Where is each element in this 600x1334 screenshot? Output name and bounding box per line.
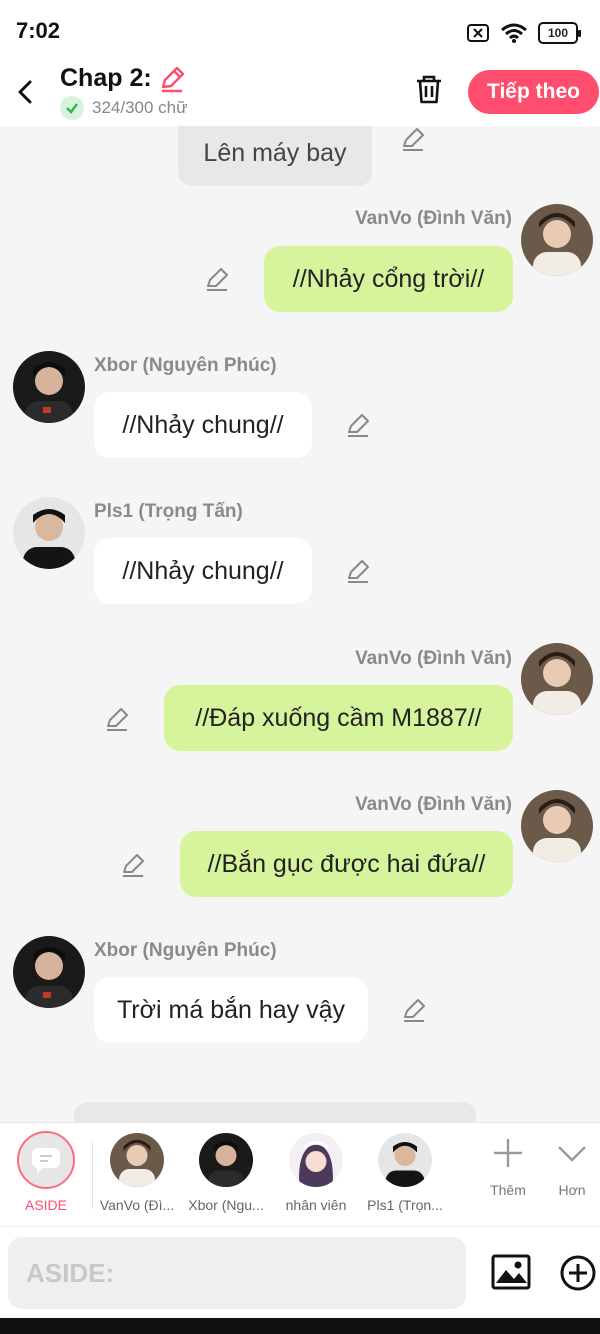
character-pls1[interactable]: Pls1 (Trọn... — [359, 1133, 451, 1213]
check-icon — [60, 96, 84, 120]
aside-icon — [17, 1131, 75, 1189]
avatar-xbor[interactable] — [13, 351, 85, 423]
message-bubble[interactable]: //Đáp xuống cầm M1887// — [164, 685, 513, 751]
more-button[interactable]: Hơn — [544, 1137, 600, 1198]
message-bubble[interactable]: //Nhảy chung// — [94, 538, 312, 604]
avatar — [199, 1133, 253, 1187]
message-bubble[interactable]: //Nhảy chung// — [94, 392, 312, 458]
message-bubble[interactable]: Trời má bắn hay vậy — [94, 977, 368, 1043]
message-bubble[interactable]: //Bắn gục được hai đứa// — [180, 831, 513, 897]
author-name: Pls1 (Trọng Tấn) — [94, 501, 243, 522]
avatar-xbor[interactable] — [13, 936, 85, 1008]
character-bar: ASIDE VanVo (Đì... Xbor (Ngu... nhân viê… — [0, 1122, 600, 1226]
status-bar: 7:02 100 — [0, 0, 600, 62]
edit-pencil-icon[interactable] — [345, 412, 371, 438]
avatar — [289, 1133, 343, 1187]
partial-bubble — [74, 1102, 476, 1122]
back-arrow-icon[interactable] — [12, 72, 42, 112]
edit-pencil-icon[interactable] — [400, 126, 426, 152]
character-xbor[interactable]: Xbor (Ngu... — [180, 1133, 272, 1213]
character-label: Xbor (Ngu... — [188, 1197, 264, 1213]
author-name: VanVo (Đình Văn) — [355, 648, 512, 669]
header-bar: Chap 2: 324/300 chữ Tiếp theo — [0, 62, 600, 126]
battery-icon: 100 — [538, 22, 581, 44]
character-label: ASIDE — [24, 1197, 67, 1213]
add-circle-icon[interactable] — [558, 1253, 598, 1293]
edit-pencil-icon[interactable] — [401, 997, 427, 1023]
status-icons: 100 — [466, 22, 581, 44]
chapter-title-text: Chap 2: — [60, 64, 152, 92]
word-count-text: 324/300 chữ — [92, 98, 188, 117]
avatar-pls1[interactable] — [13, 497, 85, 569]
edit-pencil-icon[interactable] — [204, 266, 230, 292]
avatar-vanvo[interactable] — [521, 643, 593, 715]
plus-icon — [494, 1139, 522, 1167]
wifi-icon — [501, 23, 527, 43]
image-icon[interactable] — [490, 1251, 532, 1293]
character-vanvo[interactable]: VanVo (Đì... — [91, 1133, 183, 1213]
character-label: Pls1 (Trọn... — [367, 1197, 443, 1213]
word-count: 324/300 chữ — [60, 96, 188, 120]
avatar-vanvo[interactable] — [521, 790, 593, 862]
avatar — [378, 1133, 432, 1187]
avatar — [110, 1133, 164, 1187]
system-nav-bar — [0, 1318, 600, 1334]
message-input[interactable] — [8, 1237, 466, 1309]
author-name: VanVo (Đình Văn) — [355, 208, 512, 229]
chevron-down-icon — [558, 1146, 586, 1162]
sim-off-icon — [467, 24, 489, 42]
character-aside[interactable]: ASIDE — [0, 1131, 92, 1213]
edit-pencil-icon[interactable] — [104, 706, 130, 732]
character-label: nhân viên — [285, 1197, 347, 1213]
input-bar — [0, 1226, 600, 1318]
more-label: Hơn — [558, 1182, 586, 1198]
avatar-vanvo[interactable] — [521, 204, 593, 276]
author-name: VanVo (Đình Văn) — [355, 794, 512, 815]
add-character-button[interactable]: Thêm — [480, 1137, 536, 1198]
character-nhan-vien[interactable]: nhân viên — [270, 1133, 362, 1213]
delete-trash-icon[interactable] — [412, 72, 446, 106]
chapter-title[interactable]: Chap 2: — [60, 64, 186, 93]
character-label: VanVo (Đì... — [99, 1197, 175, 1213]
next-button[interactable]: Tiếp theo — [468, 70, 599, 114]
status-time: 7:02 — [16, 18, 61, 43]
author-name: Xbor (Nguyên Phúc) — [94, 355, 277, 376]
edit-pencil-icon[interactable] — [345, 558, 371, 584]
message-bubble[interactable]: //Nhảy cổng trời// — [264, 246, 513, 312]
add-label: Thêm — [490, 1182, 526, 1198]
aside-bubble[interactable]: Lên máy bay — [178, 126, 372, 186]
chat-area[interactable]: Lên máy bay VanVo (Đình Văn) //Nhảy cổng… — [0, 126, 600, 1122]
edit-title-icon[interactable] — [158, 65, 186, 93]
edit-pencil-icon[interactable] — [120, 852, 146, 878]
author-name: Xbor (Nguyên Phúc) — [94, 940, 277, 961]
